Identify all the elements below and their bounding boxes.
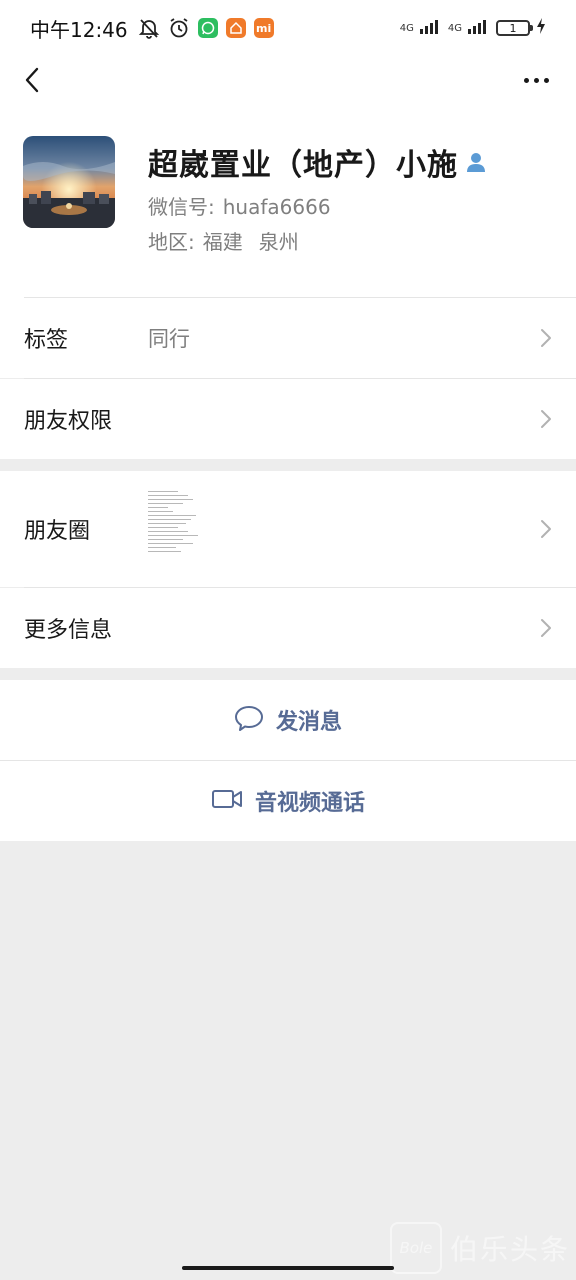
contact-name: 超崴置业（地产）小施 (148, 148, 458, 183)
mi-app-icon: mi (253, 18, 274, 38)
more-options-button[interactable] (516, 64, 556, 96)
region-province: 福建 (202, 230, 243, 254)
more-dot-2 (533, 77, 539, 83)
home-app-icon (225, 18, 246, 38)
moments-row[interactable]: 朋友圈 (0, 471, 576, 587)
status-time: 中午12:46 (30, 17, 128, 42)
more-info-label: 更多信息 (24, 618, 113, 643)
avatar[interactable] (23, 136, 115, 228)
chevron-right-icon (540, 328, 552, 348)
video-camera-icon (211, 788, 243, 814)
watermark: Bole 伯乐头条 (389, 1222, 570, 1274)
profile-header: 超崴置业（地产）小施 微信号: huafa6666 地区: 福建 泉州 (0, 104, 576, 298)
permissions-row[interactable]: 朋友权限 (0, 379, 576, 459)
region-label: 地区: (148, 230, 195, 254)
wechat-id-line: 微信号: huafa6666 (148, 191, 331, 220)
region-line: 地区: 福建 泉州 (148, 226, 299, 255)
moments-thumbnail (148, 491, 198, 563)
more-dot-3 (543, 77, 549, 83)
signal-icon-1 (419, 18, 442, 38)
more-info-row[interactable]: 更多信息 (0, 588, 576, 668)
chevron-right-icon (540, 519, 552, 539)
chevron-right-icon (540, 409, 552, 429)
battery-icon: 1 (496, 20, 533, 36)
chat-bubble-icon (234, 704, 264, 736)
tags-row[interactable]: 标签 同行 (0, 298, 576, 378)
home-indicator[interactable] (182, 1266, 394, 1270)
wechat-id-label: 微信号: (148, 195, 215, 219)
verified-person-icon (464, 150, 488, 174)
back-button[interactable] (16, 64, 48, 96)
status-right-group: 4G 4G 1 (400, 18, 546, 38)
chevron-right-icon (540, 618, 552, 638)
alarm-clock-icon (168, 17, 190, 39)
network-label-1: 4G (399, 22, 414, 34)
permissions-label: 朋友权限 (24, 409, 113, 434)
name-row: 超崴置业（地产）小施 (148, 140, 488, 184)
notifications-muted-icon (138, 17, 160, 39)
moments-label: 朋友圈 (24, 519, 91, 544)
whatsapp-app-icon (197, 18, 218, 38)
send-message-label: 发消息 (275, 710, 342, 735)
video-call-button[interactable]: 音视频通话 (0, 761, 576, 841)
region-city: 泉州 (258, 230, 299, 254)
watermark-text: 伯乐头条 (449, 1233, 570, 1266)
nav-bar (0, 56, 576, 104)
tags-label: 标签 (24, 328, 69, 353)
network-label-2: 4G (447, 22, 462, 34)
wechat-id-value: huafa6666 (222, 195, 331, 219)
status-bar: 中午12:46 mi 4G 4G 1 (0, 0, 576, 56)
video-call-label: 音视频通话 (254, 791, 365, 816)
chevron-left-icon (25, 67, 39, 93)
charging-icon (536, 18, 546, 38)
watermark-logo: Bole (389, 1222, 442, 1274)
tags-value: 同行 (148, 327, 190, 351)
more-dots-icon (523, 77, 529, 83)
avatar-image (23, 136, 115, 228)
signal-icon-2 (468, 18, 490, 38)
send-message-button[interactable]: 发消息 (0, 680, 576, 760)
